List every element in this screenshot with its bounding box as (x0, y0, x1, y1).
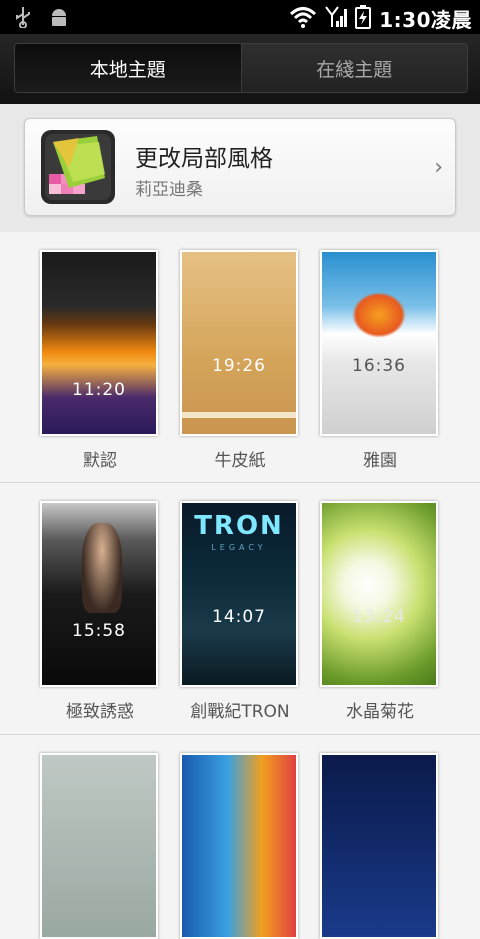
thumb-clock: 15:58 (72, 621, 126, 641)
theme-item[interactable] (180, 753, 300, 939)
theme-name: 水晶菊花 (346, 702, 414, 722)
tab-online-themes[interactable]: 在綫主題 (240, 44, 467, 92)
thumb-clock: 13:24 (352, 607, 406, 627)
tab-bar: 本地主題 在綫主題 (0, 34, 480, 104)
usb-icon (12, 6, 34, 28)
banner-subtitle: 莉亞迪桑 (135, 180, 203, 200)
theme-item[interactable]: 11:20 默認 (40, 250, 160, 471)
banner-title: 更改局部風格 (135, 146, 273, 172)
theme-name: 牛皮紙 (214, 451, 266, 471)
customize-style-card[interactable]: 更改局部風格 莉亞迪桑 › (24, 118, 456, 216)
theme-thumbnail-garden[interactable]: 16:36 (320, 250, 438, 436)
theme-name: 創戰紀TRON (190, 702, 290, 722)
theme-thumbnail-temptation[interactable]: 15:58 (40, 501, 158, 687)
theme-thumbnail[interactable] (180, 753, 298, 939)
theme-thumbnail-kraft[interactable]: 19:26 (180, 250, 298, 436)
battery-charging-icon (355, 4, 372, 33)
thumb-clock: 14:07 (212, 607, 266, 627)
theme-item[interactable]: 13:24 水晶菊花 (320, 501, 440, 722)
theme-name: 極致誘惑 (66, 702, 134, 722)
android-debug-icon (48, 6, 70, 28)
thumb-clock: 16:36 (352, 356, 406, 376)
theme-item[interactable] (40, 753, 160, 939)
theme-thumbnail[interactable] (40, 753, 158, 939)
signal-icon (325, 5, 348, 33)
tron-logo-sub: LEGACY (211, 543, 267, 552)
theme-row: 15:58 極致誘惑 TRON LEGACY 14:07 創戰紀TRON 13:… (0, 482, 480, 733)
theme-name: 雅園 (363, 451, 397, 471)
theme-row (0, 734, 480, 939)
theme-item[interactable]: 19:26 牛皮紙 (180, 250, 300, 471)
tron-logo: TRON (194, 511, 284, 541)
model-graphic (82, 523, 122, 613)
theme-palette-icon (39, 128, 117, 206)
theme-thumbnail-default[interactable]: 11:20 (40, 250, 158, 436)
customize-banner-area: 更改局部風格 莉亞迪桑 › (0, 104, 480, 232)
theme-item[interactable]: 16:36 雅園 (320, 250, 440, 471)
thumb-clock: 19:26 (212, 356, 266, 376)
tab-local-themes[interactable]: 本地主題 (15, 44, 241, 92)
thumb-clock: 11:20 (72, 380, 126, 400)
theme-thumbnail[interactable] (320, 753, 438, 939)
theme-item[interactable]: 15:58 極致誘惑 (40, 501, 160, 722)
flower-graphic (352, 292, 406, 338)
clock-time: 1:30凌晨 (379, 8, 472, 32)
theme-item[interactable]: TRON LEGACY 14:07 創戰紀TRON (180, 501, 300, 722)
theme-item[interactable] (320, 753, 440, 939)
theme-row: 11:20 默認 19:26 牛皮紙 16:36 雅園 (0, 232, 480, 482)
status-bar: 1:30凌晨 (0, 0, 480, 34)
theme-thumbnail-chrysanthemum[interactable]: 13:24 (320, 501, 438, 687)
chevron-right-icon: › (434, 155, 443, 180)
theme-name: 默認 (83, 451, 117, 471)
paper-tear (182, 412, 296, 418)
wifi-icon (289, 5, 317, 33)
theme-thumbnail-tron[interactable]: TRON LEGACY 14:07 (180, 501, 298, 687)
